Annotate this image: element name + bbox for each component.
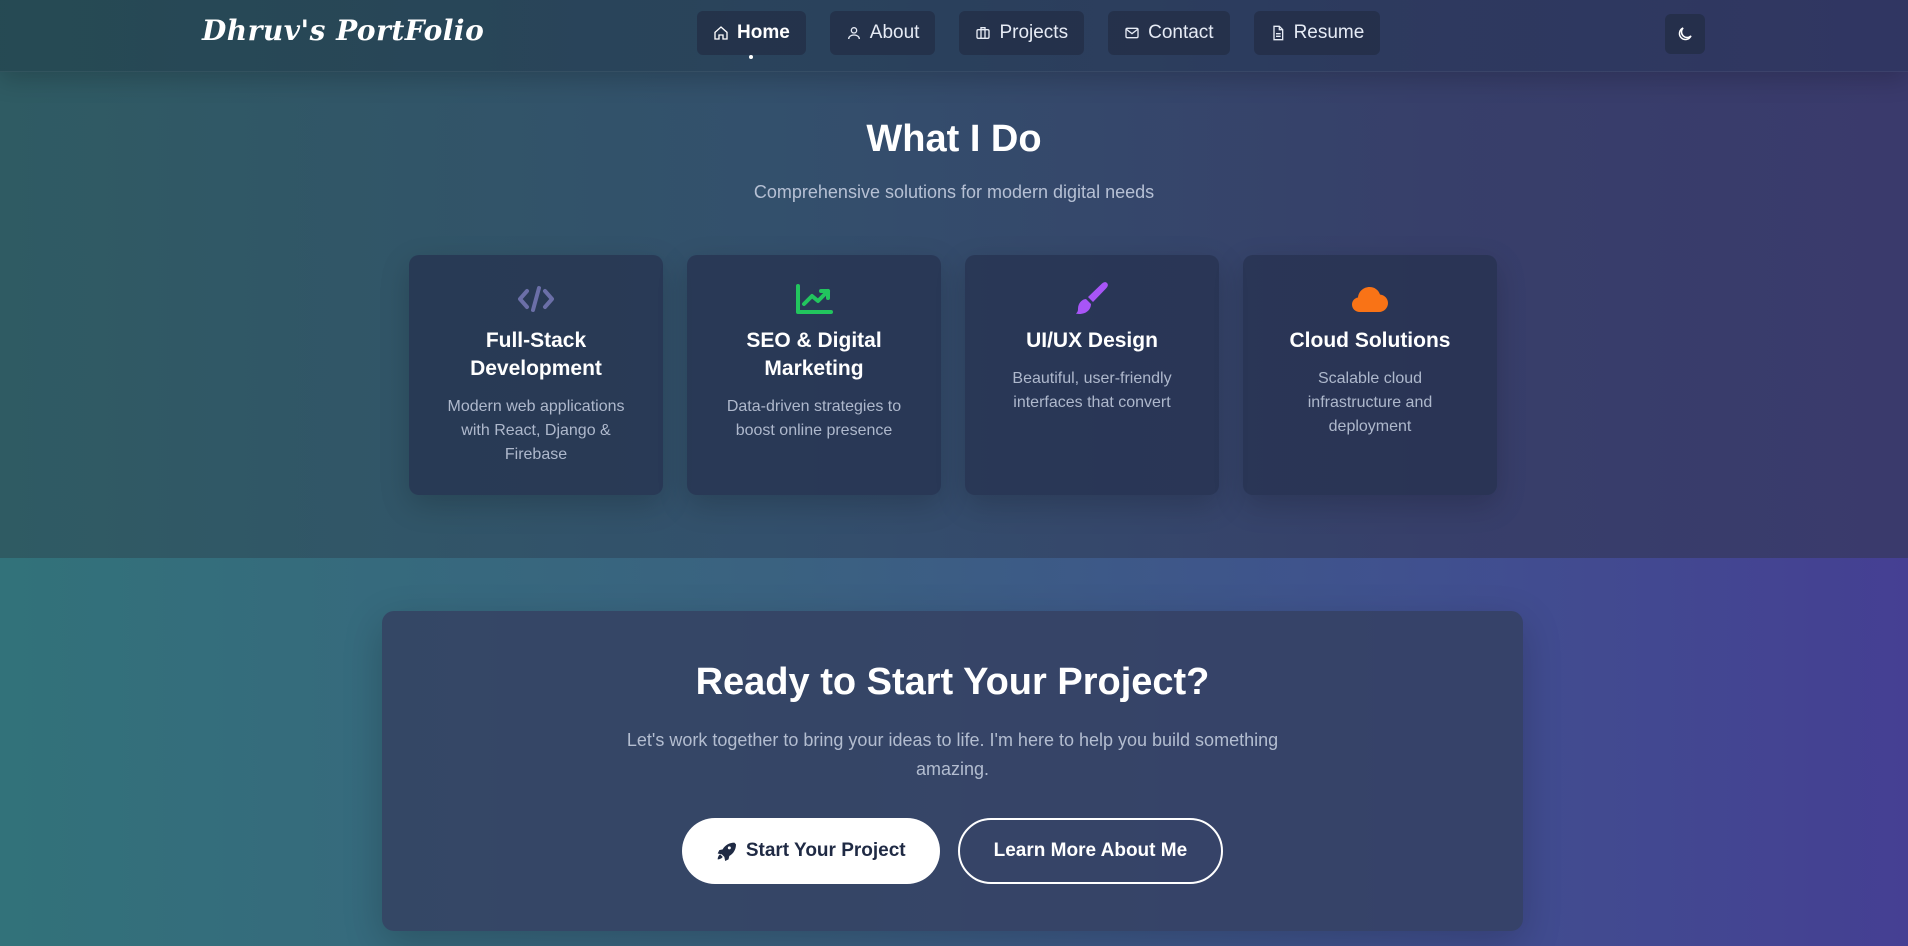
nav-home-label: Home [737,22,790,43]
service-card-cloud[interactable]: Cloud Solutions Scalable cloud infrastru… [1243,255,1497,495]
nav-about-label: About [869,22,920,43]
nav-links: Home About Projects Contact Resume [697,11,1381,55]
cta-buttons: Start Your Project Learn More About Me [382,818,1523,884]
learn-more-label: Learn More About Me [993,840,1188,861]
navbar: Dhruv's PortFolio Home About Projects Co… [0,0,1908,72]
code-icon [518,286,554,312]
paintbrush-icon [1076,282,1108,314]
briefcase-icon [976,27,991,39]
service-card-title: UI/UX Design [1026,329,1158,352]
services-title: What I Do [866,118,1042,160]
start-project-label: Start Your Project [745,840,906,861]
nav-resume[interactable]: Resume [1253,11,1381,55]
nav-contact[interactable]: Contact [1108,11,1230,55]
home-icon [714,26,728,40]
document-icon [1272,25,1283,41]
service-card-desc: Beautiful, user-friendly interfaces that… [1012,370,1172,411]
service-card-desc: Modern web applications with React, Djan… [447,398,625,463]
nav-home[interactable]: Home [697,11,806,55]
learn-more-button[interactable]: Learn More About Me [957,818,1224,884]
service-card-uiux[interactable]: UI/UX Design Beautiful, user-friendly in… [965,255,1219,495]
nav-contact-label: Contact [1148,22,1214,43]
theme-toggle-button[interactable] [1665,14,1705,54]
services-subtitle: Comprehensive solutions for modern digit… [753,182,1155,202]
cta-text: Let's work together to bring your ideas … [626,730,1279,779]
service-card-desc: Data-driven strategies to boost online p… [726,398,902,439]
cloud-icon [1352,287,1388,312]
rocket-icon [717,842,736,861]
start-project-button[interactable]: Start Your Project [681,818,940,884]
brand-logo[interactable]: Dhruv's PortFolio [202,14,484,47]
cta-panel: Ready to Start Your Project? Let's work … [382,611,1523,931]
cta-title: Ready to Start Your Project? [695,661,1210,703]
chart-line-icon [796,284,833,314]
service-card-desc: Scalable cloud infrastructure and deploy… [1307,370,1433,435]
service-card-title: Cloud Solutions [1289,329,1451,352]
nav-projects-label: Projects [999,22,1069,43]
nav-resume-label: Resume [1293,22,1365,43]
service-card-title: Full-Stack Development [470,329,602,380]
service-card-title: SEO & Digital Marketing [746,329,882,380]
services-cards: Full-Stack Development Modern web applic… [409,255,1497,495]
mail-icon [1125,27,1139,39]
nav-about[interactable]: About [829,11,936,55]
user-icon [847,27,860,40]
service-card-fullstack[interactable]: Full-Stack Development Modern web applic… [409,255,663,495]
nav-projects[interactable]: Projects [959,11,1085,55]
moon-icon [1678,27,1692,41]
service-card-seo[interactable]: SEO & Digital Marketing Data-driven stra… [687,255,941,495]
